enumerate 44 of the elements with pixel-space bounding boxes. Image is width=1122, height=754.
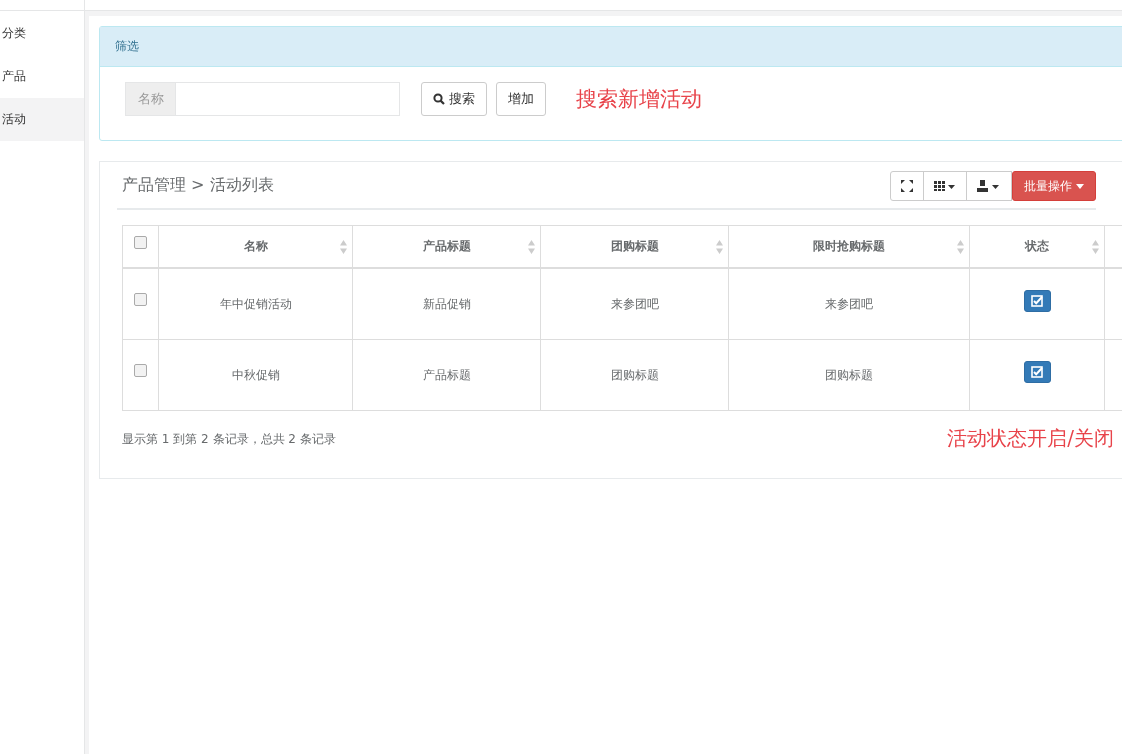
annotation-text: 活动状态开启/关闭: [947, 425, 1114, 452]
row-checkbox[interactable]: [134, 364, 147, 377]
add-button[interactable]: 增加: [496, 82, 546, 116]
checked-box-icon: [1031, 295, 1043, 307]
sort-icon[interactable]: [1092, 239, 1099, 254]
column-header[interactable]: 团购标题: [610, 238, 659, 255]
export-icon: [977, 180, 1001, 192]
table-cell: 团购标题: [825, 367, 873, 382]
select-all-checkbox[interactable]: [134, 236, 147, 249]
panel-title: 筛选: [115, 39, 139, 53]
sort-icon[interactable]: [716, 239, 723, 254]
caret-icon: [1076, 183, 1084, 189]
sidebar-item[interactable]: 产品: [0, 55, 84, 98]
table-cell: 产品标题: [422, 367, 471, 382]
checked-box-icon: [1031, 366, 1043, 378]
column-header[interactable]: 状态: [1025, 238, 1049, 255]
sidebar-item[interactable]: 活动: [0, 98, 84, 141]
grid-icon: [934, 181, 956, 191]
search-button[interactable]: 搜索: [421, 82, 487, 116]
fullscreen-button[interactable]: [890, 171, 924, 201]
sort-icon[interactable]: [340, 239, 347, 254]
fullscreen-icon: [901, 180, 913, 192]
sort-icon[interactable]: [957, 239, 964, 254]
sort-icon[interactable]: [528, 239, 535, 254]
table-cell: 年中促销活动: [219, 296, 292, 311]
breadcrumb: 产品管理 > 活动列表: [121, 174, 274, 196]
table-cell: 中秋促销: [231, 367, 280, 382]
status-toggle[interactable]: [1023, 361, 1051, 383]
columns-button[interactable]: [923, 171, 967, 201]
annotation-text: 搜索新增活动: [576, 86, 702, 113]
table-cell: 来参团吧: [610, 296, 659, 311]
column-header[interactable]: 产品标题: [422, 238, 471, 255]
table-cell: 团购标题: [610, 367, 659, 382]
batch-button[interactable]: 批量操作: [1012, 171, 1096, 201]
table-cell: 新品促销: [422, 296, 471, 311]
table-cell: 来参团吧: [825, 296, 873, 311]
row-checkbox[interactable]: [134, 293, 147, 306]
status-toggle[interactable]: [1023, 290, 1051, 312]
export-button[interactable]: [966, 171, 1012, 201]
sidebar-item[interactable]: 分类: [0, 12, 84, 55]
record-count: 显示第 1 到第 2 条记录，总共 2 条记录: [122, 431, 336, 448]
search-icon: [433, 93, 445, 105]
column-header[interactable]: 限时抢购标题: [813, 238, 885, 255]
column-header[interactable]: 名称: [243, 238, 268, 255]
